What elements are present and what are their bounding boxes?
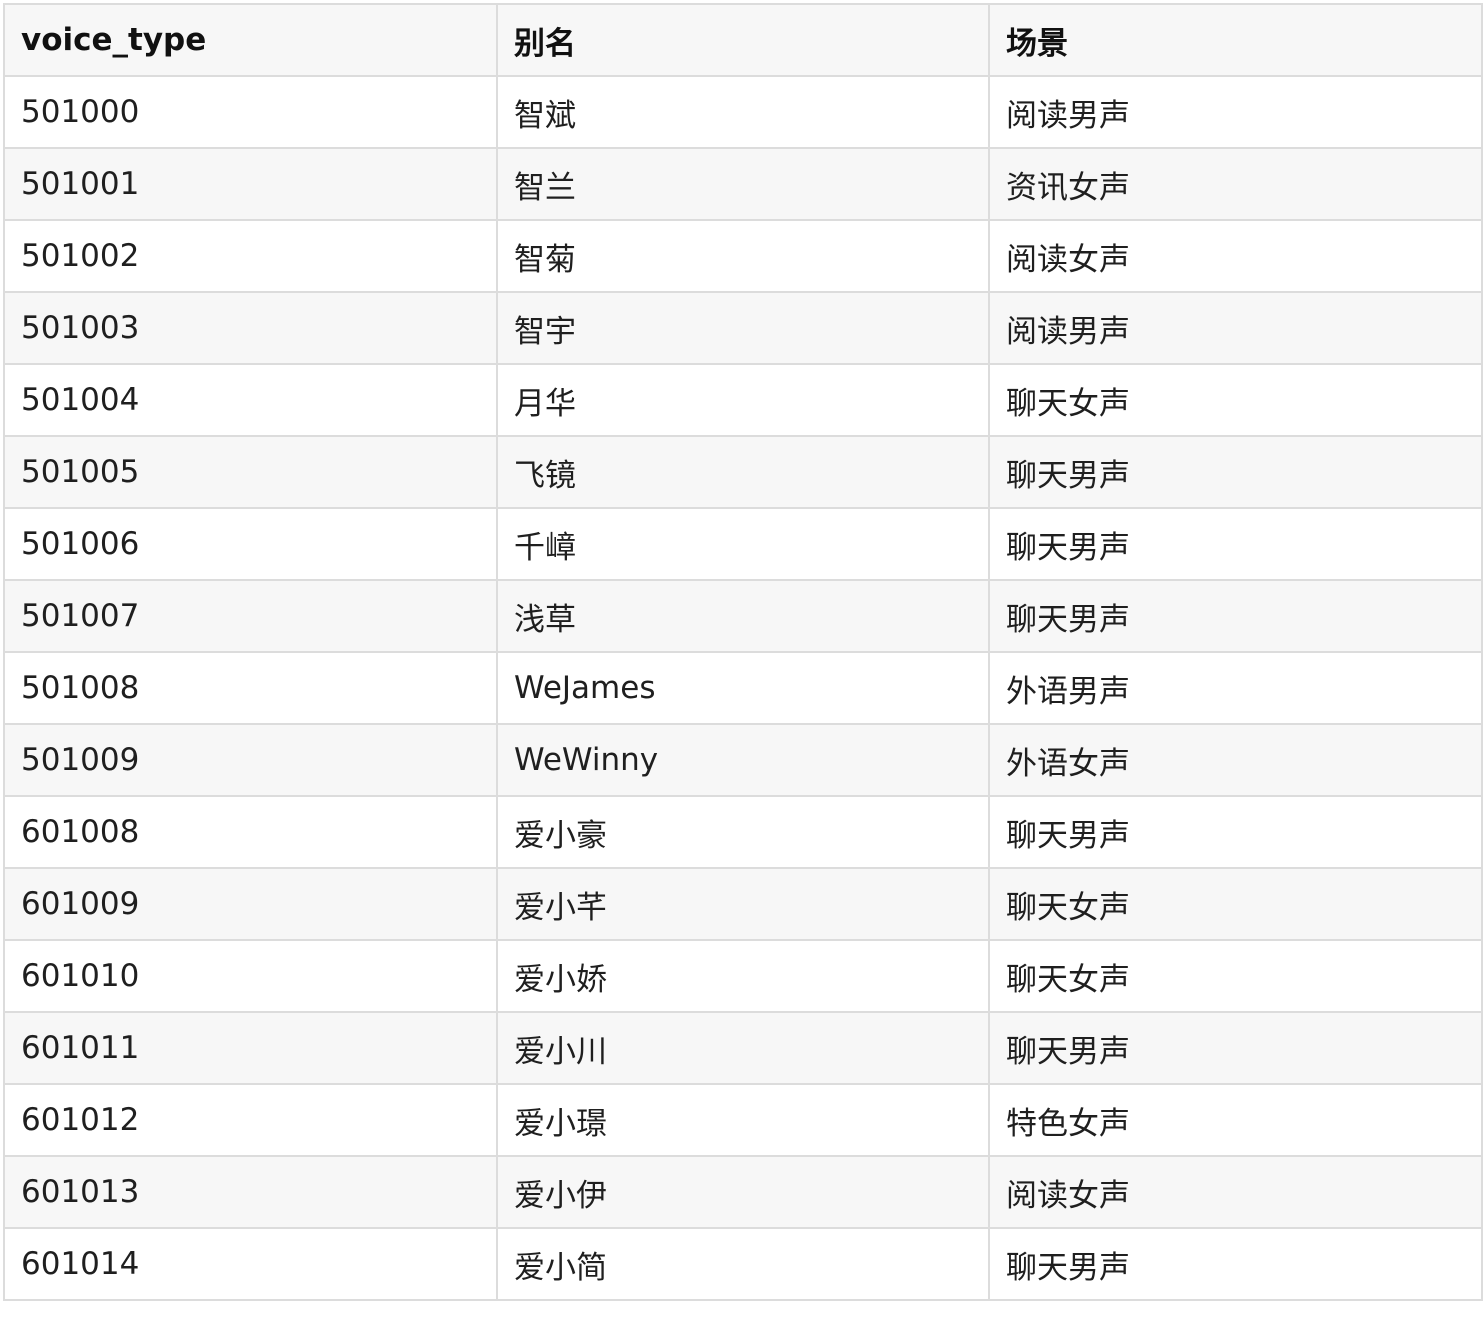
cell-scene: 聊天女声 [988,867,1483,941]
cell-alias: 爱小豪 [496,795,990,869]
table-row: 601009 爱小芊 聊天女声 [3,867,1483,941]
table-row: 501003 智宇 阅读男声 [3,291,1483,365]
cell-voice-type: 501002 [3,219,498,293]
cell-voice-type: 501005 [3,435,498,509]
table-row: 601010 爱小娇 聊天女声 [3,939,1483,1013]
cell-alias: 千嶂 [496,507,990,581]
cell-voice-type: 501003 [3,291,498,365]
cell-alias: 爱小璟 [496,1083,990,1157]
cell-voice-type: 501006 [3,507,498,581]
cell-voice-type: 501004 [3,363,498,437]
header-row: voice_type 别名 场景 [3,3,1483,77]
cell-alias: 月华 [496,363,990,437]
cell-alias: 浅草 [496,579,990,653]
cell-voice-type: 601008 [3,795,498,869]
header-voice-type: voice_type [3,3,498,77]
cell-alias: WeWinny [496,723,990,797]
table-row: 601011 爱小川 聊天男声 [3,1011,1483,1085]
table-header: voice_type 别名 场景 [3,3,1483,77]
header-scene: 场景 [988,3,1483,77]
table-row: 601012 爱小璟 特色女声 [3,1083,1483,1157]
cell-scene: 聊天男声 [988,1011,1483,1085]
table-row: 501001 智兰 资讯女声 [3,147,1483,221]
cell-voice-type: 501000 [3,75,498,149]
cell-voice-type: 601014 [3,1227,498,1301]
cell-alias: 飞镜 [496,435,990,509]
cell-voice-type: 601013 [3,1155,498,1229]
cell-alias: WeJames [496,651,990,725]
table-row: 601013 爱小伊 阅读女声 [3,1155,1483,1229]
cell-alias: 智菊 [496,219,990,293]
cell-scene: 聊天女声 [988,363,1483,437]
cell-voice-type: 601012 [3,1083,498,1157]
cell-alias: 智宇 [496,291,990,365]
cell-scene: 外语男声 [988,651,1483,725]
table-row: 501006 千嶂 聊天男声 [3,507,1483,581]
cell-scene: 阅读女声 [988,1155,1483,1229]
voice-type-table: voice_type 别名 场景 501000 智斌 阅读男声 501001 智兰 资讯女… [3,3,1483,1301]
table-row: 501008 WeJames 外语男声 [3,651,1483,725]
table-row: 501000 智斌 阅读男声 [3,75,1483,149]
table-row: 501007 浅草 聊天男声 [3,579,1483,653]
cell-scene: 特色女声 [988,1083,1483,1157]
cell-alias: 爱小简 [496,1227,990,1301]
cell-voice-type: 601010 [3,939,498,1013]
table-row: 501005 飞镜 聊天男声 [3,435,1483,509]
table-row: 501009 WeWinny 外语女声 [3,723,1483,797]
table-row: 501002 智菊 阅读女声 [3,219,1483,293]
cell-alias: 爱小娇 [496,939,990,1013]
cell-scene: 聊天男声 [988,795,1483,869]
cell-scene: 资讯女声 [988,147,1483,221]
cell-voice-type: 501009 [3,723,498,797]
header-alias: 别名 [496,3,990,77]
table-row: 601008 爱小豪 聊天男声 [3,795,1483,869]
cell-scene: 聊天女声 [988,939,1483,1013]
cell-scene: 聊天男声 [988,579,1483,653]
cell-voice-type: 501001 [3,147,498,221]
cell-scene: 阅读男声 [988,291,1483,365]
cell-voice-type: 501007 [3,579,498,653]
cell-voice-type: 501008 [3,651,498,725]
cell-scene: 阅读男声 [988,75,1483,149]
table-row: 501004 月华 聊天女声 [3,363,1483,437]
cell-alias: 爱小川 [496,1011,990,1085]
cell-alias: 智兰 [496,147,990,221]
cell-scene: 阅读女声 [988,219,1483,293]
cell-voice-type: 601011 [3,1011,498,1085]
cell-voice-type: 601009 [3,867,498,941]
cell-scene: 聊天男声 [988,1227,1483,1301]
cell-scene: 聊天男声 [988,507,1483,581]
cell-alias: 爱小伊 [496,1155,990,1229]
table-body: 501000 智斌 阅读男声 501001 智兰 资讯女声 501002 智菊 阅读女声 5010… [3,75,1483,1301]
cell-scene: 聊天男声 [988,435,1483,509]
cell-scene: 外语女声 [988,723,1483,797]
table-row: 601014 爱小简 聊天男声 [3,1227,1483,1301]
cell-alias: 爱小芊 [496,867,990,941]
cell-alias: 智斌 [496,75,990,149]
